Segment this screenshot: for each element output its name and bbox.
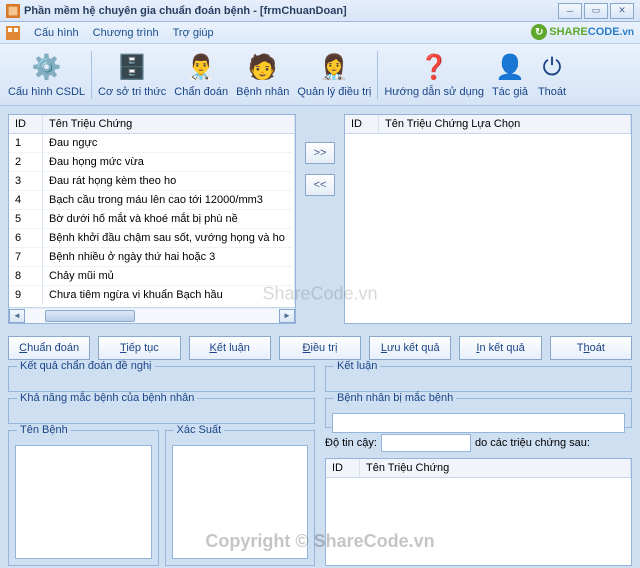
tenbenh-list[interactable] <box>15 445 152 559</box>
luuketqua-button[interactable]: Lưu kết quả <box>369 336 451 360</box>
tb-cosotrithuc[interactable]: 🗄️Cơ sở tri thức <box>94 50 170 100</box>
help-icon: ❓ <box>418 52 450 84</box>
table-row[interactable]: 2Đau họng mức vừa <box>9 153 295 172</box>
doctor-icon: 👨‍⚕️ <box>185 52 217 84</box>
horizontal-scrollbar[interactable]: ◄► <box>9 307 295 323</box>
move-left-button[interactable]: << <box>305 174 335 196</box>
nurse-icon: 👩‍⚕️ <box>318 52 350 84</box>
table-row[interactable]: 6Bệnh khởi đầu chậm sau sốt, vướng họng … <box>9 229 295 248</box>
table-row[interactable]: 1Đau ngực <box>9 134 295 153</box>
menu-cauhinh[interactable]: Cấu hình <box>34 27 79 39</box>
tb-huongdan[interactable]: ❓Hướng dẫn sử dụng <box>380 50 488 100</box>
col-id[interactable]: ID <box>345 115 379 133</box>
tb-thoat[interactable]: ⏻Thoát <box>532 50 572 100</box>
symptoms-available-grid[interactable]: IDTên Triệu Chứng 1Đau ngực2Đau họng mức… <box>8 114 296 324</box>
tieptuc-button[interactable]: Tiếp tục <box>98 336 180 360</box>
tb-tacgia[interactable]: 👤Tác giả <box>488 50 532 100</box>
table-row[interactable]: 8Chảy mũi mủ <box>9 267 295 286</box>
minimize-button[interactable]: ─ <box>558 3 582 19</box>
maximize-button[interactable]: ▭ <box>584 3 608 19</box>
col-name[interactable]: Tên Triệu Chứng <box>43 115 295 133</box>
table-row[interactable]: 3Đau rát họng kèm theo ho <box>9 172 295 191</box>
khanang-label: Khả năng mắc bệnh của bệnh nhân <box>17 392 197 404</box>
ketluan-label: Kết luận <box>334 360 380 372</box>
power-icon: ⏻ <box>536 52 568 84</box>
inketqua-button[interactable]: In kết quả <box>459 336 541 360</box>
dieutri-button[interactable]: Điều trị <box>279 336 361 360</box>
menu-chuongtrinh[interactable]: Chương trình <box>93 27 159 39</box>
chuandoan-button[interactable]: Chuẩn đoán <box>8 336 90 360</box>
author-icon: 👤 <box>494 52 526 84</box>
sharecode-logo: ↻ SHARECODE.vn <box>531 24 634 40</box>
app-icon <box>6 4 20 18</box>
bnbimac-field <box>332 413 625 433</box>
tb-chandoan[interactable]: 👨‍⚕️Chẩn đoán <box>170 50 232 100</box>
menu-trogiup[interactable]: Trợ giúp <box>173 27 214 39</box>
bnbimac-label: Bệnh nhân bị mắc bệnh <box>334 392 456 404</box>
mdi-icon <box>6 26 20 40</box>
thoat-button[interactable]: Thoát <box>550 336 632 360</box>
dotincay-input[interactable] <box>381 434 471 452</box>
window-title: Phần mềm hệ chuyên gia chuẩn đoán bệnh -… <box>24 5 558 17</box>
kqchandoan-label: Kết quả chẩn đoán đề nghị <box>17 360 155 372</box>
dotincay-label: Độ tin cậy: <box>325 437 377 449</box>
tb-benhnhan[interactable]: 🧑Bệnh nhân <box>232 50 293 100</box>
ketluan-button[interactable]: Kết luận <box>189 336 271 360</box>
database-icon: 🗄️ <box>116 52 148 84</box>
col-selected[interactable]: Tên Triệu Chứng Lựa Chọn <box>379 115 631 133</box>
patient-icon: 🧑 <box>247 52 279 84</box>
tb-quanly[interactable]: 👩‍⚕️Quản lý điều trị <box>293 50 375 100</box>
col-id[interactable]: ID <box>9 115 43 133</box>
logo-icon: ↻ <box>531 24 547 40</box>
table-row[interactable]: 9Chưa tiêm ngừa vi khuẩn Bạch hầu <box>9 286 295 304</box>
close-button[interactable]: ✕ <box>610 3 634 19</box>
symptoms-selected-grid[interactable]: IDTên Triệu Chứng Lựa Chọn <box>344 114 632 324</box>
move-right-button[interactable]: >> <box>305 142 335 164</box>
table-row[interactable]: 4Bạch cầu trong máu lên cao tới 12000/mm… <box>9 191 295 210</box>
gears-icon: ⚙️ <box>31 52 63 84</box>
copyright: Copyright © ShareCode.vn <box>205 531 434 552</box>
table-row[interactable]: 5Bờ dưới hố mắt và khoé mắt bị phù nề <box>9 210 295 229</box>
tenbenh-label: Tên Bệnh <box>17 424 71 436</box>
docactrieu-label: do các triệu chứng sau: <box>475 437 590 449</box>
xacsuat-label: Xác Suất <box>174 424 225 436</box>
table-row[interactable]: 7Bệnh nhiều ở ngày thứ hai hoặc 3 <box>9 248 295 267</box>
tb-cauhinh-csdl[interactable]: ⚙️Cấu hình CSDL <box>4 50 89 100</box>
